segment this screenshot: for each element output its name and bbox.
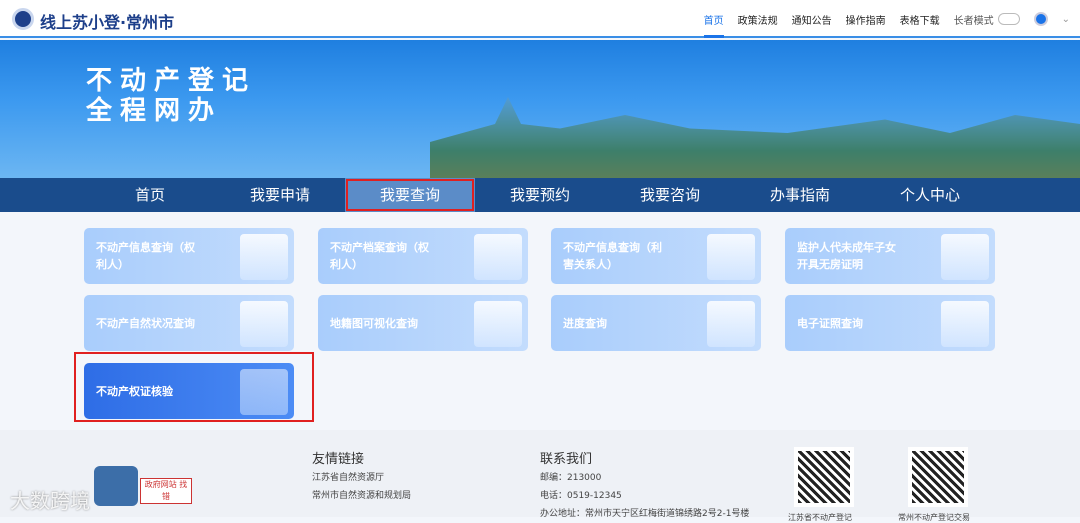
- card-archive-query-owner[interactable]: 不动产档案查询（权利人）: [318, 228, 528, 284]
- elder-mode-label: 长者模式: [953, 15, 994, 27]
- top-nav: 首页 政策法规 通知公告 操作指南 表格下载 长者模式 ⌄: [703, 0, 1070, 38]
- banner-slogan: 不动产登记 全程网办: [86, 66, 257, 126]
- phone: 电话：0519-12345: [540, 491, 622, 501]
- postcode: 邮编：213000: [540, 473, 602, 483]
- contact-title: 联系我们: [540, 452, 593, 467]
- chevron-down-icon[interactable]: ⌄: [1062, 14, 1070, 25]
- building-icon: [474, 234, 522, 280]
- card-e-license-query[interactable]: 电子证照查询: [785, 295, 995, 351]
- main-nav-consult[interactable]: 我要咨询: [605, 178, 735, 212]
- qr-code-jiangsu: [794, 447, 854, 507]
- links-title: 友情链接: [312, 452, 365, 467]
- top-nav-forms[interactable]: 表格下载: [900, 12, 940, 27]
- document-box-icon: [941, 301, 989, 347]
- top-nav-policy[interactable]: 政策法规: [738, 12, 778, 27]
- building-icon: [240, 234, 288, 280]
- elder-mode-toggle[interactable]: [997, 13, 1020, 25]
- watermark: 大数跨境: [10, 489, 90, 513]
- header: 线上苏小登·常州市 首页 政策法规 通知公告 操作指南 表格下载 长者模式 ⌄: [0, 0, 1080, 38]
- building-icon: [240, 301, 288, 347]
- highlight-box: [74, 352, 314, 422]
- link-jiangsu-resources[interactable]: 江苏省自然资源厅: [312, 470, 384, 483]
- address: 办公地址：常州市天宁区红梅街道锦绣路2号2-1号楼: [540, 509, 750, 519]
- building-icon: [707, 234, 755, 280]
- banner: 不动产登记 全程网办: [0, 40, 1080, 178]
- card-natural-status-query[interactable]: 不动产自然状况查询: [84, 295, 294, 351]
- top-nav-home[interactable]: 首页: [703, 1, 724, 38]
- map-pin-code-icon: [474, 301, 522, 347]
- qr-code-changzhou: [908, 447, 968, 507]
- card-info-query-owner[interactable]: 不动产信息查询（权利人）: [84, 228, 294, 284]
- logo-icon: [12, 8, 34, 30]
- building-icon: [941, 234, 989, 280]
- main-nav-appointment[interactable]: 我要预约: [475, 178, 605, 212]
- card-info-query-interested[interactable]: 不动产信息查询（利害关系人）: [551, 228, 761, 284]
- card-progress-query[interactable]: 进度查询: [551, 295, 761, 351]
- main-nav-apply[interactable]: 我要申请: [215, 178, 345, 212]
- qr-caption-changzhou: 常州不动产登记交易: [898, 513, 970, 522]
- card-cadastral-map-query[interactable]: 地籍图可视化查询: [318, 295, 528, 351]
- main-nav: 首页 我要申请 我要查询 我要预约 我要咨询 办事指南 个人中心: [0, 178, 1080, 212]
- qr-caption-jiangsu: 江苏省不动产登记: [788, 513, 852, 522]
- user-avatar[interactable]: [1033, 12, 1048, 26]
- gov-emblem-icon: [94, 466, 138, 506]
- main-nav-guide[interactable]: 办事指南: [735, 178, 865, 212]
- gov-site-error-badge[interactable]: 政府网站 找错: [140, 478, 192, 504]
- top-nav-notice[interactable]: 通知公告: [792, 12, 832, 27]
- site-title: 线上苏小登·常州市: [40, 13, 175, 32]
- card-no-house-certificate[interactable]: 监护人代未成年子女开具无房证明: [785, 228, 995, 284]
- link-changzhou-planning[interactable]: 常州市自然资源和规划局: [312, 488, 411, 501]
- main-nav-personal[interactable]: 个人中心: [865, 178, 995, 212]
- city-skyline-image: [430, 97, 1080, 178]
- main-nav-query[interactable]: 我要查询: [345, 178, 475, 212]
- top-nav-guide[interactable]: 操作指南: [846, 12, 886, 27]
- main-nav-home[interactable]: 首页: [85, 178, 215, 212]
- chart-magnifier-icon: [707, 301, 755, 347]
